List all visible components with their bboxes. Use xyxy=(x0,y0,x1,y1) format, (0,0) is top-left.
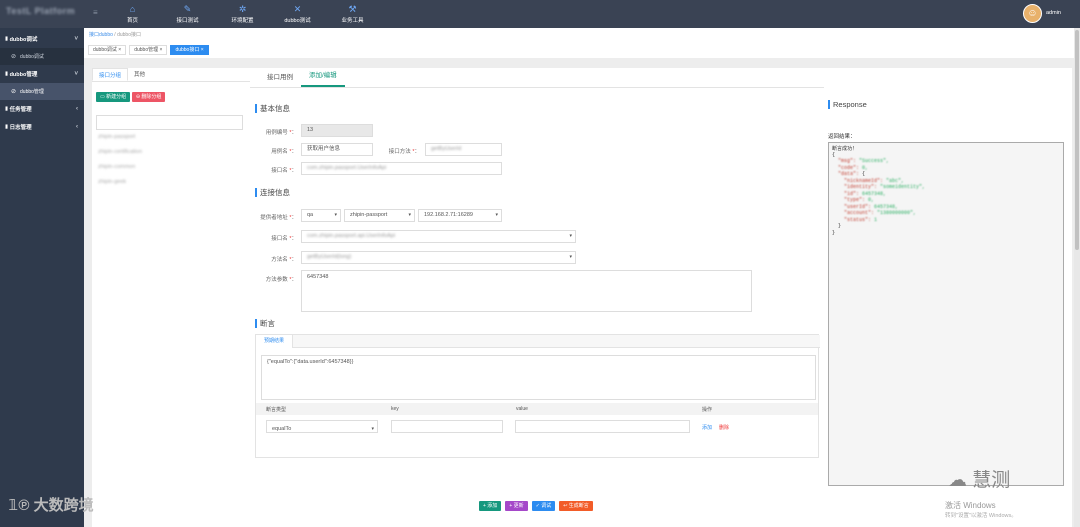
circle-icon: ⊘ xyxy=(11,89,17,95)
api-name-field[interactable]: com.zhipin.passport.UserInfoApi xyxy=(301,162,502,175)
chevron-left-icon: ‹ xyxy=(76,106,78,112)
tab-other[interactable]: 其他 xyxy=(128,68,151,81)
home-icon: ⌂ xyxy=(129,3,136,14)
avatar[interactable]: ☺ xyxy=(1023,4,1042,23)
sidebar-group-dubbo-manage[interactable]: ▮ dubbo管理 ˅ xyxy=(0,65,84,83)
edit-icon: ✎ xyxy=(183,3,192,14)
tree-node[interactable]: zhipin-geek xyxy=(98,179,142,194)
delete-assert-link[interactable]: 删除 xyxy=(719,424,729,431)
table-row: equalTo ▾ 添加 删除 xyxy=(256,415,818,439)
nav-dubbo-test[interactable]: ✕ dubbo测试 xyxy=(270,0,325,28)
circle-icon: ⊘ xyxy=(11,54,17,60)
iface-select[interactable]: com.zhipin.passport.api.UserInfoApi ▾ xyxy=(301,230,576,243)
body-area: 接口分组 其他 ▭ 新建分组 ⊖ 删除分组 zhipin-passport zh… xyxy=(84,58,1080,527)
main-content: 接口dubbo / dubbo接口 dubbo调试 × dubbo管理 × du… xyxy=(84,28,1080,527)
chevron-left-icon: ‹ xyxy=(76,124,78,130)
tree-node[interactable]: zhipin-certification xyxy=(98,149,142,164)
tree-node[interactable]: zhipin-passport xyxy=(98,134,142,149)
edit-panel: 接口用例 添加/编辑 基本信息 用例编号 *： 13 用例名 *： 获取用户信息… xyxy=(250,68,824,527)
add-assert-link[interactable]: 添加 xyxy=(702,424,712,431)
add-button[interactable]: + 添加 xyxy=(479,501,502,511)
response-title: Response xyxy=(828,100,867,109)
assert-title: 断言 xyxy=(255,319,275,328)
sidebar-item-dubbo-debug[interactable]: ⊘ dubbo调试 xyxy=(0,48,84,65)
response-panel: Response 返回结果： 断言成功！ { "msg": "Success",… xyxy=(824,68,1072,527)
tab-api-cases[interactable]: 接口用例 xyxy=(259,69,301,87)
wrench-icon: ⚒ xyxy=(348,3,357,14)
provider-label: 提供者地址 *： xyxy=(260,215,297,221)
method-select[interactable]: getByUserId(long) ▾ xyxy=(301,251,576,264)
update-button[interactable]: + 更新 xyxy=(505,501,528,511)
api-method-label: 接口方法 *： xyxy=(388,149,420,155)
basic-info-title: 基本信息 xyxy=(255,104,290,113)
api-method-field[interactable]: getByUserId xyxy=(425,143,502,156)
sidebar-group-dubbo-debug[interactable]: ▮ dubbo调试 ˅ xyxy=(0,30,84,48)
nav-home[interactable]: ⌂ 首页 xyxy=(105,0,160,28)
group-tree: zhipin-passport zhipin-certification zhi… xyxy=(98,134,142,194)
tag-dubbo-manage[interactable]: dubbo管理 × xyxy=(129,45,168,55)
scrollbar[interactable] xyxy=(1074,28,1080,527)
result-label: 返回结果： xyxy=(828,134,856,140)
tab-api-group[interactable]: 接口分组 xyxy=(92,68,129,81)
windows-activation: 激活 Windows xyxy=(945,501,996,510)
app-select[interactable]: zhipin-passport ▾ xyxy=(344,209,415,222)
sidebar-group-task[interactable]: ▮ 任务管理 ‹ xyxy=(0,100,84,118)
nav-api-test[interactable]: ✎ 接口测试 xyxy=(160,0,215,28)
nav-biz-tools[interactable]: ⚒ 业务工具 xyxy=(325,0,380,28)
breadcrumb: 接口dubbo / dubbo接口 xyxy=(89,32,141,38)
conn-info-title: 连接信息 xyxy=(255,188,290,197)
assert-key-input[interactable] xyxy=(391,420,503,433)
sidebar-item-dubbo-manage[interactable]: ⊘ dubbo管理 xyxy=(0,83,84,100)
api-name-label: 接口名 *： xyxy=(271,168,297,174)
group-panel: 接口分组 其他 ▭ 新建分组 ⊖ 删除分组 zhipin-passport zh… xyxy=(92,68,252,527)
chevron-down-icon: ˅ xyxy=(74,71,78,77)
windows-activation-hint: 转到"设置"以激活 Windows。 xyxy=(945,513,1017,519)
case-id-label: 用例编号 *： xyxy=(265,130,297,136)
debug-button[interactable]: ✓ 调试 xyxy=(531,501,556,511)
top-navbar: TestL Platform ≡ ⌂ 首页 ✎ 接口测试 ✲ 环境配置 ✕ dubbo测… xyxy=(0,0,1080,28)
case-name-label: 用例名 *： xyxy=(271,149,297,155)
user-name[interactable]: admin xyxy=(1046,10,1061,16)
ip-select[interactable]: 192.168.2.71:16289 ▾ xyxy=(418,209,502,222)
assert-value-input[interactable] xyxy=(515,420,690,433)
wechat-watermark: ☁ 慧测 xyxy=(948,470,1011,491)
iface-label: 接口名 *： xyxy=(271,236,297,242)
app-logo: TestL Platform xyxy=(6,6,76,16)
chevron-down-icon: ˅ xyxy=(74,36,78,42)
page-tags: dubbo调试 × dubbo管理 × dubbo接口 × xyxy=(88,45,209,55)
assert-expr-textarea[interactable]: {"equalTo":{"data.userId":6457348}} xyxy=(261,355,816,400)
method-label: 方法名 *： xyxy=(271,257,297,263)
top-nav: ⌂ 首页 ✎ 接口测试 ✲ 环境配置 ✕ dubbo测试 ⚒ 业务工具 xyxy=(105,0,380,28)
add-group-button[interactable]: ▭ 新建分组 xyxy=(96,92,131,102)
assert-panel: 预期结果 {"equalTo":{"data.userId":6457348}}… xyxy=(255,334,820,458)
assert-type-select[interactable]: equalTo ▾ xyxy=(266,420,378,433)
tab-expected-result[interactable]: 预期结果 xyxy=(256,335,294,348)
case-name-field[interactable]: 获取用户信息 xyxy=(301,143,373,156)
params-textarea[interactable]: 6457348 xyxy=(301,270,752,312)
tab-add-edit[interactable]: 添加/编辑 xyxy=(301,67,345,87)
group-search-input[interactable] xyxy=(96,115,243,130)
case-id-field: 13 xyxy=(301,124,373,137)
tools-icon: ✕ xyxy=(293,3,302,14)
response-output: 断言成功！ { "msg": "Success", "code": 0, "da… xyxy=(828,142,1064,486)
sidebar: ▮ dubbo调试 ˅ ⊘ dubbo调试 ▮ dubbo管理 ˅ ⊘ dubbo管理 … xyxy=(0,28,84,527)
menu-toggle-icon[interactable]: ≡ xyxy=(93,8,98,17)
tag-dubbo-api[interactable]: dubbo接口 × xyxy=(170,45,209,55)
env-select[interactable]: qa ▾ xyxy=(301,209,341,222)
action-buttons: + 添加 + 更新 ✓ 调试 ↩ 生成断言 xyxy=(479,501,593,511)
gear-icon: ✲ xyxy=(238,3,247,14)
tag-dubbo-debug[interactable]: dubbo调试 × xyxy=(88,45,127,55)
gen-assert-button[interactable]: ↩ 生成断言 xyxy=(559,501,593,511)
sidebar-group-log[interactable]: ▮ 日志管理 ‹ xyxy=(0,118,84,136)
tree-node[interactable]: zhipin-common xyxy=(98,164,142,179)
delete-group-button[interactable]: ⊖ 删除分组 xyxy=(131,92,166,102)
watermark-logo: 𝟙℗ 大数跨境 xyxy=(8,497,94,514)
nav-env-config[interactable]: ✲ 环境配置 xyxy=(215,0,270,28)
assert-table-header: 断言类型 key value 操作 xyxy=(256,403,818,415)
params-label: 方法参数 *： xyxy=(265,277,297,283)
